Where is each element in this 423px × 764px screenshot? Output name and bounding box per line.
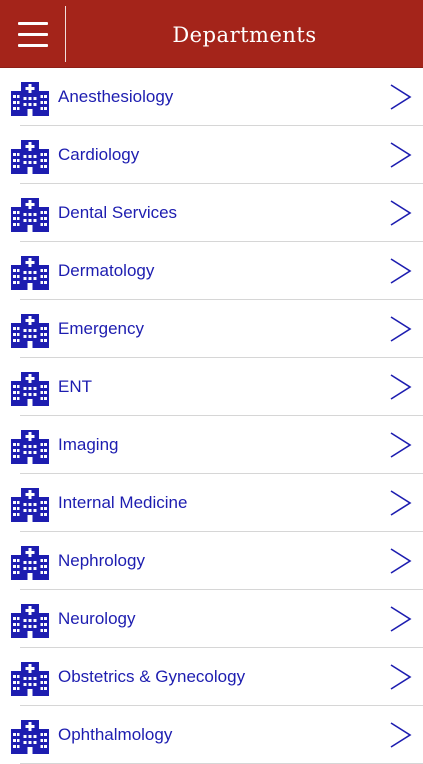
list-item-label: Ophthalmology [58,725,173,744]
chevron-right-icon [388,432,412,458]
list-item-label: Emergency [58,319,144,338]
list-item-label: Internal Medicine [58,493,188,512]
list-item-label: Dermatology [58,261,155,280]
chevron-right-icon [388,200,412,226]
list-item[interactable]: Cardiology [0,126,423,184]
hamburger-menu-icon-bar [18,44,48,47]
list-item[interactable]: Obstetrics & Gynecology [0,648,423,706]
hamburger-menu-icon [18,22,48,25]
list-item[interactable]: Ophthalmology [0,706,423,764]
chevron-right-icon [388,606,412,632]
hospital-building-icon [11,544,49,580]
chevron-right-icon [388,548,412,574]
list-item-label: Imaging [58,435,119,454]
hospital-building-icon [11,370,49,406]
chevron-right-icon [388,84,412,110]
hospital-building-icon [11,80,49,116]
list-item-label: ENT [58,377,92,396]
list-item[interactable]: Dermatology [0,242,423,300]
hospital-building-icon [11,196,49,232]
chevron-right-icon [388,142,412,168]
hospital-building-icon [11,138,49,174]
hospital-building-icon [11,428,49,464]
list-item-label: Cardiology [58,145,140,164]
list-item[interactable]: ENT [0,358,423,416]
list-item[interactable]: Anesthesiology [0,68,423,126]
menu-button[interactable] [0,0,66,68]
list-item[interactable]: Internal Medicine [0,474,423,532]
hospital-building-icon [11,602,49,638]
app-header: Departments [0,0,423,68]
chevron-right-icon [388,664,412,690]
departments-list: Anesthesiology Cardiology Dental Services D… [0,68,423,764]
list-item[interactable]: Emergency [0,300,423,358]
hospital-building-icon [11,312,49,348]
list-item-label: Neurology [58,609,136,628]
list-item-label: Nephrology [58,551,145,570]
chevron-right-icon [388,722,412,748]
list-item-label: Obstetrics & Gynecology [58,667,246,686]
list-item-label: Anesthesiology [58,87,174,106]
chevron-right-icon [388,258,412,284]
page-title: Departments [172,23,317,47]
chevron-right-icon [388,490,412,516]
hospital-building-icon [11,254,49,290]
hamburger-menu-icon-bar [18,33,48,36]
chevron-right-icon [388,374,412,400]
list-item[interactable]: Imaging [0,416,423,474]
hospital-building-icon [11,660,49,696]
list-item[interactable]: Nephrology [0,532,423,590]
list-item-label: Dental Services [58,203,178,222]
hospital-building-icon [11,718,49,754]
list-item[interactable]: Dental Services [0,184,423,242]
list-item[interactable]: Neurology [0,590,423,648]
chevron-right-icon [388,316,412,342]
hospital-building-icon [11,486,49,522]
